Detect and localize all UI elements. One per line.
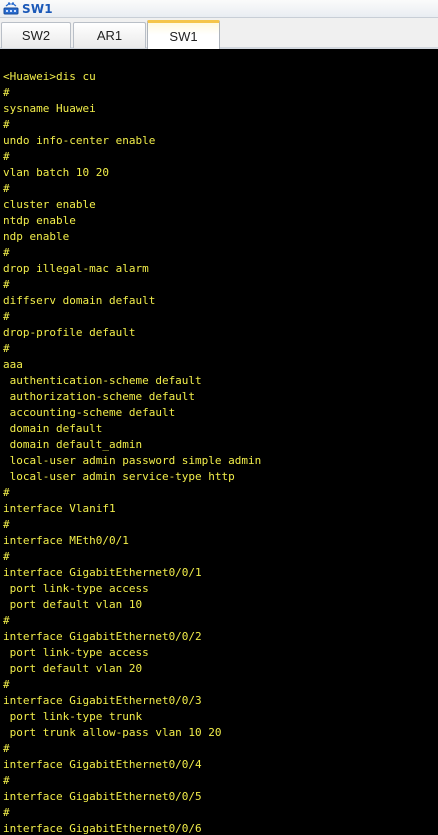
terminal-line: ndp enable [3,230,70,243]
terminal-line: interface GigabitEthernet0/0/3 [3,694,202,707]
terminal-line: # [3,742,10,755]
terminal-line: port trunk allow-pass vlan 10 20 [3,726,222,739]
terminal-line: authorization-scheme default [3,390,196,403]
terminal-line: # [3,486,10,499]
terminal-line: local-user admin password simple admin [3,454,262,467]
terminal-line: # [3,182,10,195]
tab-ar1[interactable]: AR1 [73,22,146,48]
terminal-line: # [3,774,10,787]
terminal-line: accounting-scheme default [3,406,176,419]
terminal-line: # [3,278,10,291]
window-title: SW1 [22,1,53,16]
terminal-line: drop-profile default [3,326,136,339]
terminal-line: interface GigabitEthernet0/0/5 [3,790,202,803]
window-titlebar: SW1 [0,0,438,18]
terminal-line: domain default [3,422,103,435]
terminal-line: domain default_admin [3,438,143,451]
terminal-line: interface GigabitEthernet0/0/6 [3,822,202,835]
terminal-line: local-user admin service-type http [3,470,235,483]
terminal-line: # [3,550,10,563]
terminal-line: <Huawei>dis cu [3,70,96,83]
terminal-line: port default vlan 10 [3,598,143,611]
terminal-line: cluster enable [3,198,96,211]
session-tab-bar: SW2 AR1 SW1 [0,18,438,49]
tab-label: SW2 [21,28,51,43]
terminal-line: # [3,342,10,355]
terminal-line: aaa [3,358,23,371]
terminal-line: interface GigabitEthernet0/0/4 [3,758,202,771]
terminal-line: # [3,86,10,99]
terminal-line: interface GigabitEthernet0/0/1 [3,566,202,579]
tab-label: SW1 [169,28,198,44]
terminal-line: port link-type access [3,582,149,595]
terminal-line: interface MEth0/0/1 [3,534,129,547]
tab-sw2[interactable]: SW2 [1,22,71,48]
terminal-line: interface Vlanif1 [3,502,116,515]
terminal-line: sysname Huawei [3,102,96,115]
network-switch-icon [2,0,20,18]
terminal-line: # [3,246,10,259]
terminal-line: # [3,118,10,131]
terminal-line: authentication-scheme default [3,374,202,387]
terminal-line: # [3,518,10,531]
terminal-output[interactable]: <Huawei>dis cu # sysname Huawei # undo info-… [0,51,438,835]
terminal-line: # [3,678,10,691]
terminal-line: diffserv domain default [3,294,156,307]
terminal-line: port default vlan 20 [3,662,143,675]
terminal-line: # [3,150,10,163]
terminal-line: interface GigabitEthernet0/0/2 [3,630,202,643]
tab-label: AR1 [96,28,123,43]
terminal-line: drop illegal-mac alarm [3,262,149,275]
terminal-line: # [3,310,10,323]
terminal-line: ntdp enable [3,214,76,227]
terminal-line: # [3,614,10,627]
terminal-line: vlan batch 10 20 [3,166,109,179]
terminal-line: # [3,806,10,819]
terminal-line: port link-type trunk [3,710,143,723]
tab-sw1[interactable]: SW1 [147,20,220,49]
terminal-line: port link-type access [3,646,149,659]
terminal-line: undo info-center enable [3,134,156,147]
